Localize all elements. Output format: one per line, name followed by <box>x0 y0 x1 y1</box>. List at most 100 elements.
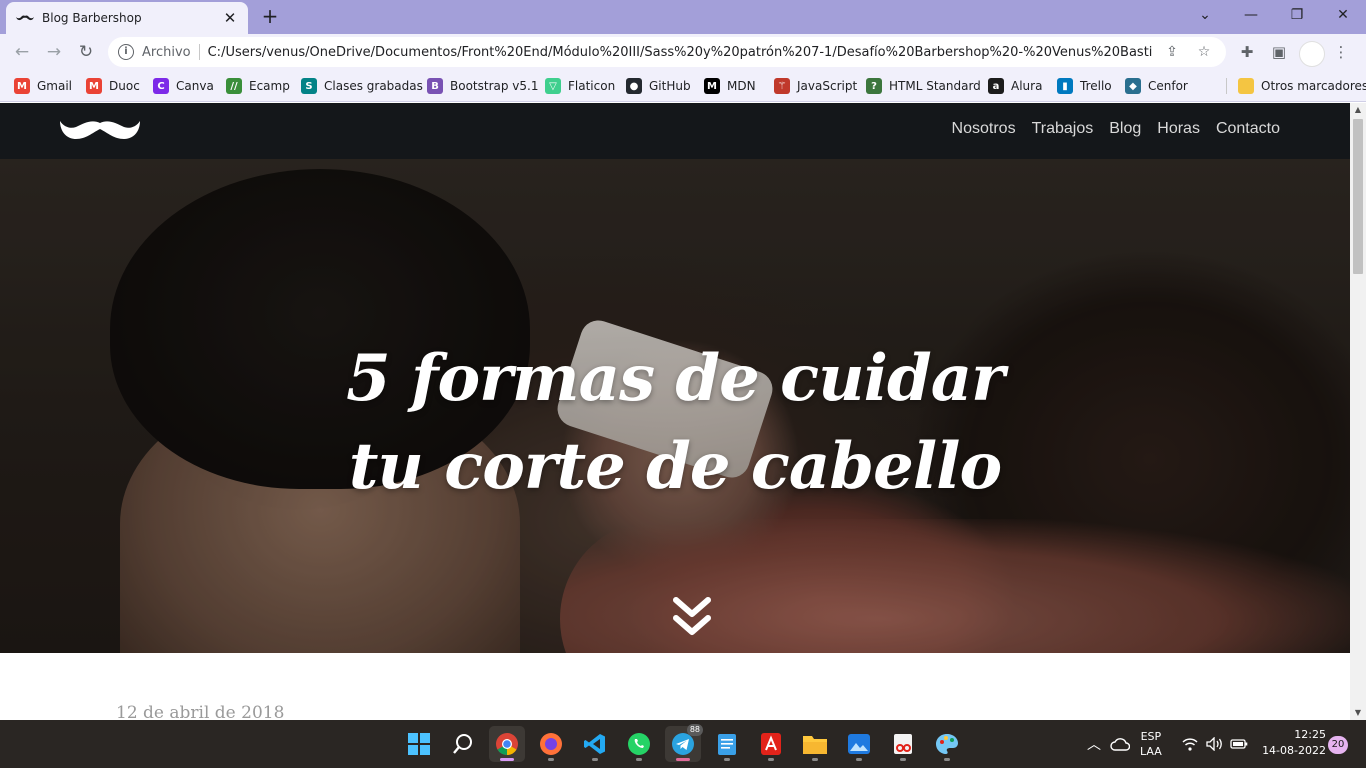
scrollbar-thumb[interactable] <box>1353 119 1363 274</box>
hero-title-line-1: 5 formas de cuidar <box>346 341 1005 416</box>
scroll-up-arrow-icon[interactable]: ▲ <box>1350 103 1366 117</box>
bookmark-github[interactable]: ● GitHub <box>626 76 691 96</box>
bookmark-label: Alura <box>1011 79 1043 93</box>
minimize-button[interactable]: — <box>1228 0 1274 30</box>
address-bar[interactable]: i Archivo C:/Users/venus/OneDrive/Docume… <box>108 37 1226 67</box>
nav-link-horas[interactable]: Horas <box>1157 120 1200 138</box>
mustache-favicon-icon <box>16 13 34 23</box>
bookmark-html-standard[interactable]: ? HTML Standard <box>866 76 981 96</box>
windows-taskbar: 88 ︿ ESP LAA 12:25 14-08-2022 <box>0 720 1366 768</box>
bookmark-label: Gmail <box>37 79 73 93</box>
chrome-icon[interactable] <box>489 726 525 762</box>
bookmark-javascript[interactable]: ⚚ JavaScript <box>774 76 857 96</box>
tab-strip: Blog Barbershop ✕ + ⌄ — ❐ ✕ <box>0 0 1366 34</box>
bookmark-favicon-icon: ? <box>866 78 882 94</box>
bookmark-label: Ecamp <box>249 79 290 93</box>
bookmark-flaticon[interactable]: ▽ Flaticon <box>545 76 615 96</box>
browser-tab[interactable]: Blog Barbershop ✕ <box>6 2 248 34</box>
bookmark-favicon-icon: // <box>226 78 242 94</box>
url-text[interactable]: C:/Users/venus/OneDrive/Documentos/Front… <box>208 45 1152 60</box>
bookmark-clases-grabadas[interactable]: S Clases grabadas <box>301 76 423 96</box>
profile-avatar[interactable] <box>1299 41 1325 67</box>
start-windows-icon[interactable] <box>401 726 437 762</box>
bookmark-label: Bootstrap v5.1 <box>450 79 539 93</box>
vscode-icon[interactable] <box>577 726 613 762</box>
post-date: 12 de abril de 2018 <box>116 703 285 720</box>
battery-icon[interactable] <box>1230 720 1248 768</box>
lang-code: ESP <box>1140 730 1162 743</box>
nav-link-nosotros[interactable]: Nosotros <box>952 120 1016 138</box>
bookmark-label: Otros marcadores <box>1261 79 1366 93</box>
restore-button[interactable]: ❐ <box>1274 0 1320 30</box>
menu-kebab-icon[interactable]: ⋮ <box>1330 42 1352 62</box>
telegram-icon[interactable]: 88 <box>665 724 703 762</box>
bookmark-canva[interactable]: C Canva <box>153 76 214 96</box>
acrobat-icon[interactable] <box>753 726 789 762</box>
bookmark-mdn[interactable]: M MDN <box>704 76 756 96</box>
forward-button[interactable]: → <box>40 38 68 66</box>
bookmark-favicon-icon: ▮ <box>1057 78 1073 94</box>
reload-button[interactable]: ↻ <box>72 38 100 66</box>
close-tab-icon[interactable]: ✕ <box>222 10 238 26</box>
snipping-tool-icon[interactable] <box>885 726 921 762</box>
side-panel-icon[interactable]: ▣ <box>1268 42 1290 62</box>
show-hidden-icons-chevron-icon[interactable]: ︿ <box>1087 720 1101 768</box>
onedrive-cloud-icon[interactable] <box>1110 720 1130 768</box>
page-scrollbar[interactable]: ▲ ▼ <box>1350 103 1366 720</box>
mustache-logo-icon[interactable] <box>58 117 142 143</box>
share-icon[interactable]: ⇪ <box>1160 44 1184 60</box>
bookmark-label: Trello <box>1080 79 1112 93</box>
bookmarks-divider <box>1226 78 1227 94</box>
bookmarks-bar: M Gmail M Duoc C Canva // Ecamp S Clases grabadas… <box>0 70 1366 102</box>
whatsapp-icon[interactable] <box>621 726 657 762</box>
wifi-icon[interactable] <box>1182 720 1198 768</box>
scroll-down-arrow-icon[interactable]: ▼ <box>1350 706 1366 720</box>
bookmark-label: Duoc <box>109 79 140 93</box>
bookmark-label: Clases grabadas <box>324 79 423 93</box>
scroll-down-chevron-icon[interactable] <box>672 596 712 640</box>
bookmark-label: HTML Standard <box>889 79 981 93</box>
paint-icon[interactable] <box>929 726 965 762</box>
close-window-button[interactable]: ✕ <box>1320 0 1366 30</box>
web-page: Nosotros Trabajos Blog Horas Contacto 5 … <box>0 103 1350 720</box>
bookmark-gmail[interactable]: M Gmail <box>14 76 72 96</box>
clock-time: 12:25 <box>1294 728 1326 741</box>
site-info-icon[interactable]: i <box>118 44 134 60</box>
bookmark-label: JavaScript <box>797 79 858 93</box>
tab-title: Blog Barbershop <box>42 11 142 25</box>
site-menu: Nosotros Trabajos Blog Horas Contacto <box>952 120 1280 138</box>
back-button[interactable]: ← <box>8 38 36 66</box>
search-icon[interactable] <box>445 726 481 762</box>
omnibox-divider <box>198 44 200 60</box>
notification-badge[interactable]: 20 <box>1328 736 1348 754</box>
nav-link-trabajos[interactable]: Trabajos <box>1032 120 1094 138</box>
firefox-icon[interactable] <box>533 726 569 762</box>
bookmark-favicon-icon: M <box>14 78 30 94</box>
site-navbar: Nosotros Trabajos Blog Horas Contacto <box>0 103 1350 159</box>
bookmark-label: Flaticon <box>568 79 616 93</box>
new-tab-button[interactable]: + <box>258 5 282 29</box>
bookmark-ecamp[interactable]: // Ecamp <box>226 76 290 96</box>
clock-date: 14-08-2022 <box>1262 744 1326 757</box>
bookmark-cenfor[interactable]: ◆ Cenfor <box>1125 76 1188 96</box>
nav-link-blog[interactable]: Blog <box>1109 120 1141 138</box>
keyboard-layout: LAA <box>1140 745 1162 758</box>
extensions-icon[interactable]: ✚ <box>1236 42 1258 62</box>
bookmark-favicon-icon: ● <box>626 78 642 94</box>
nav-link-contacto[interactable]: Contacto <box>1216 120 1280 138</box>
bookmark-otros-marcadores[interactable]: Otros marcadores <box>1238 76 1366 96</box>
bookmark-bootstrap-v5-1[interactable]: B Bootstrap v5.1 <box>427 76 538 96</box>
bookmark-trello[interactable]: ▮ Trello <box>1057 76 1112 96</box>
volume-icon[interactable] <box>1206 720 1224 768</box>
bookmark-alura[interactable]: a Alura <box>988 76 1042 96</box>
bookmark-duoc[interactable]: M Duoc <box>86 76 140 96</box>
file-explorer-icon[interactable] <box>797 726 833 762</box>
bookmark-favicon-icon: M <box>704 78 720 94</box>
system-clock[interactable]: 12:25 14-08-2022 <box>1254 727 1326 759</box>
language-indicator[interactable]: ESP LAA <box>1140 720 1162 768</box>
bookmark-label: Canva <box>176 79 214 93</box>
notepad-icon[interactable] <box>709 726 745 762</box>
photos-icon[interactable] <box>841 726 877 762</box>
tab-search-icon[interactable]: ⌄ <box>1182 0 1228 30</box>
bookmark-star-icon[interactable]: ☆ <box>1192 44 1216 60</box>
